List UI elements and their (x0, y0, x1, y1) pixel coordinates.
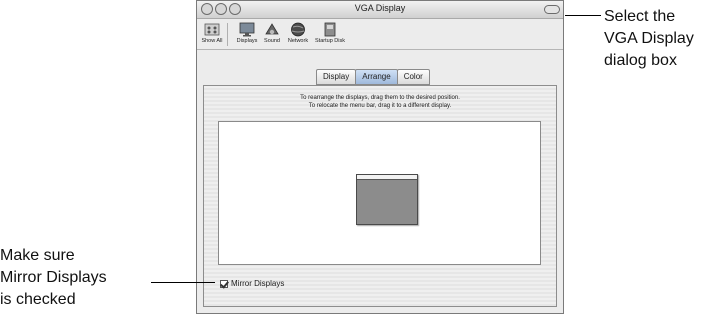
toolbar-displays[interactable]: Displays (235, 22, 259, 44)
callout-leader-line (151, 282, 215, 283)
displays-icon (239, 22, 255, 37)
callout-leader-line (565, 15, 601, 16)
tab-arrange[interactable]: Arrange (355, 69, 398, 85)
instruction-line: To relocate the menu bar, drag it to a d… (308, 102, 452, 109)
toolbar: Show All Displays Sound Network Startup … (197, 19, 563, 50)
callout-line-text: VGA Display (604, 30, 694, 47)
toolbar-network[interactable]: Network (285, 22, 311, 44)
toolbar-label: Startup Disk (315, 38, 345, 44)
menu-bar-handle[interactable] (357, 175, 417, 180)
toolbar-startup-disk[interactable]: Startup Disk (313, 22, 347, 44)
vga-display-window: VGA Display Show All Displays Sound Netw… (196, 0, 564, 314)
mirror-displays-control[interactable]: Mirror Displays (220, 279, 284, 288)
callout-line-text: Make sure (0, 247, 75, 264)
toolbar-show-all[interactable]: Show All (199, 22, 225, 44)
callout-line-text: Select the (604, 8, 676, 25)
callout-select-dialog: Select the VGA Display dialog box (604, 6, 694, 72)
instructions: To rearrange the displays, drag them to … (204, 95, 556, 110)
callout-line-text: dialog box (604, 52, 677, 69)
toolbar-toggle-button[interactable] (544, 5, 560, 14)
show-all-icon (204, 23, 220, 36)
mirror-displays-label: Mirror Displays (231, 279, 285, 288)
toolbar-sound[interactable]: Sound (261, 22, 283, 44)
toolbar-label: Sound (264, 38, 280, 44)
callout-mirror-checked: Make sure Mirror Displays is checked (0, 245, 107, 311)
toolbar-label: Network (287, 38, 309, 44)
instruction-line: To rearrange the displays, drag them to … (300, 95, 460, 101)
toolbar-label: Show All (201, 38, 223, 44)
callout-line-text: Mirror Displays (0, 269, 107, 286)
window-title: VGA Display (354, 3, 406, 13)
startup-disk-icon (324, 22, 336, 37)
toolbar-separator (227, 23, 228, 46)
title-bar[interactable]: VGA Display (197, 1, 563, 19)
tab-display[interactable]: Display (316, 69, 357, 85)
toolbar-label: Displays (236, 38, 258, 44)
sound-icon (265, 23, 279, 35)
mirror-displays-checkbox[interactable] (220, 279, 228, 288)
display-thumbnail[interactable] (356, 174, 418, 225)
callout-line-text: is checked (0, 291, 76, 308)
tab-color[interactable]: Color (396, 69, 430, 85)
display-arrangement-area (218, 121, 541, 265)
network-icon (291, 22, 305, 37)
arrange-panel: To rearrange the displays, drag them to … (203, 85, 557, 307)
tab-bar: Display Arrange Color (316, 69, 430, 85)
